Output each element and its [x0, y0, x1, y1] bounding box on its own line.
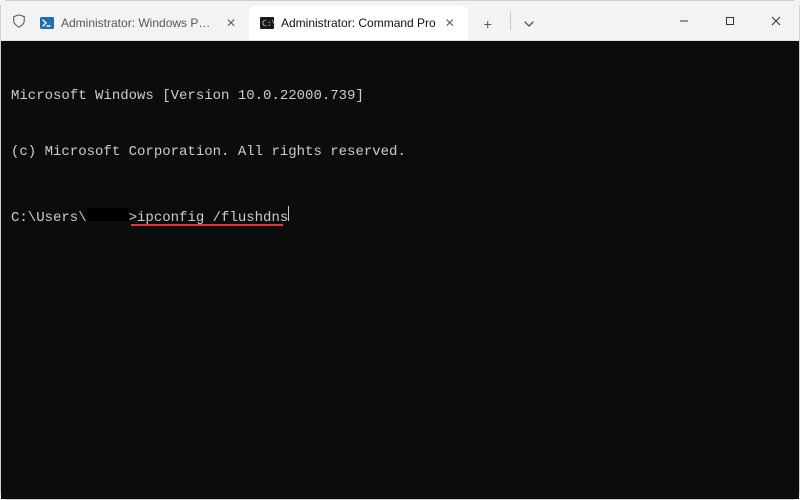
titlebar: Administrator: Windows Powe ✕ C:\ Admini…	[1, 1, 799, 41]
titlebar-drag-area[interactable]	[541, 1, 661, 40]
tab-strip: Administrator: Windows Powe ✕ C:\ Admini…	[29, 1, 541, 40]
maximize-button[interactable]	[707, 1, 753, 40]
close-icon	[771, 16, 781, 26]
cmd-icon: C:\	[259, 15, 275, 31]
minimize-icon	[679, 16, 689, 26]
chevron-down-icon	[524, 19, 534, 29]
maximize-icon	[725, 16, 735, 26]
new-tab-button[interactable]: +	[472, 8, 504, 40]
tab-label: Administrator: Windows Powe	[61, 16, 217, 30]
tab-label: Administrator: Command Pro	[281, 16, 436, 30]
uac-shield-icon	[1, 1, 29, 40]
svg-text:C:\: C:\	[262, 19, 275, 28]
text-cursor	[288, 206, 289, 221]
plus-icon: +	[484, 16, 492, 32]
redacted-username	[87, 208, 129, 221]
window-controls	[661, 1, 799, 40]
prompt-path-prefix: C:\Users\	[11, 209, 87, 228]
terminal-header-line: (c) Microsoft Corporation. All rights re…	[11, 143, 789, 162]
tab-cmd[interactable]: C:\ Administrator: Command Pro ✕	[249, 6, 468, 40]
minimize-button[interactable]	[661, 1, 707, 40]
close-button[interactable]	[753, 1, 799, 40]
terminal-prompt-line: C:\Users\>ipconfig /flushdns	[11, 206, 789, 228]
powershell-icon	[39, 15, 55, 31]
terminal-pane[interactable]: Microsoft Windows [Version 10.0.22000.73…	[1, 41, 799, 499]
close-icon[interactable]: ✕	[223, 15, 239, 31]
tab-powershell[interactable]: Administrator: Windows Powe ✕	[29, 6, 249, 40]
divider	[510, 12, 511, 30]
close-icon[interactable]: ✕	[442, 15, 458, 31]
tab-dropdown-button[interactable]	[517, 8, 541, 40]
terminal-header-line: Microsoft Windows [Version 10.0.22000.73…	[11, 87, 789, 106]
annotation-underline	[131, 224, 283, 226]
